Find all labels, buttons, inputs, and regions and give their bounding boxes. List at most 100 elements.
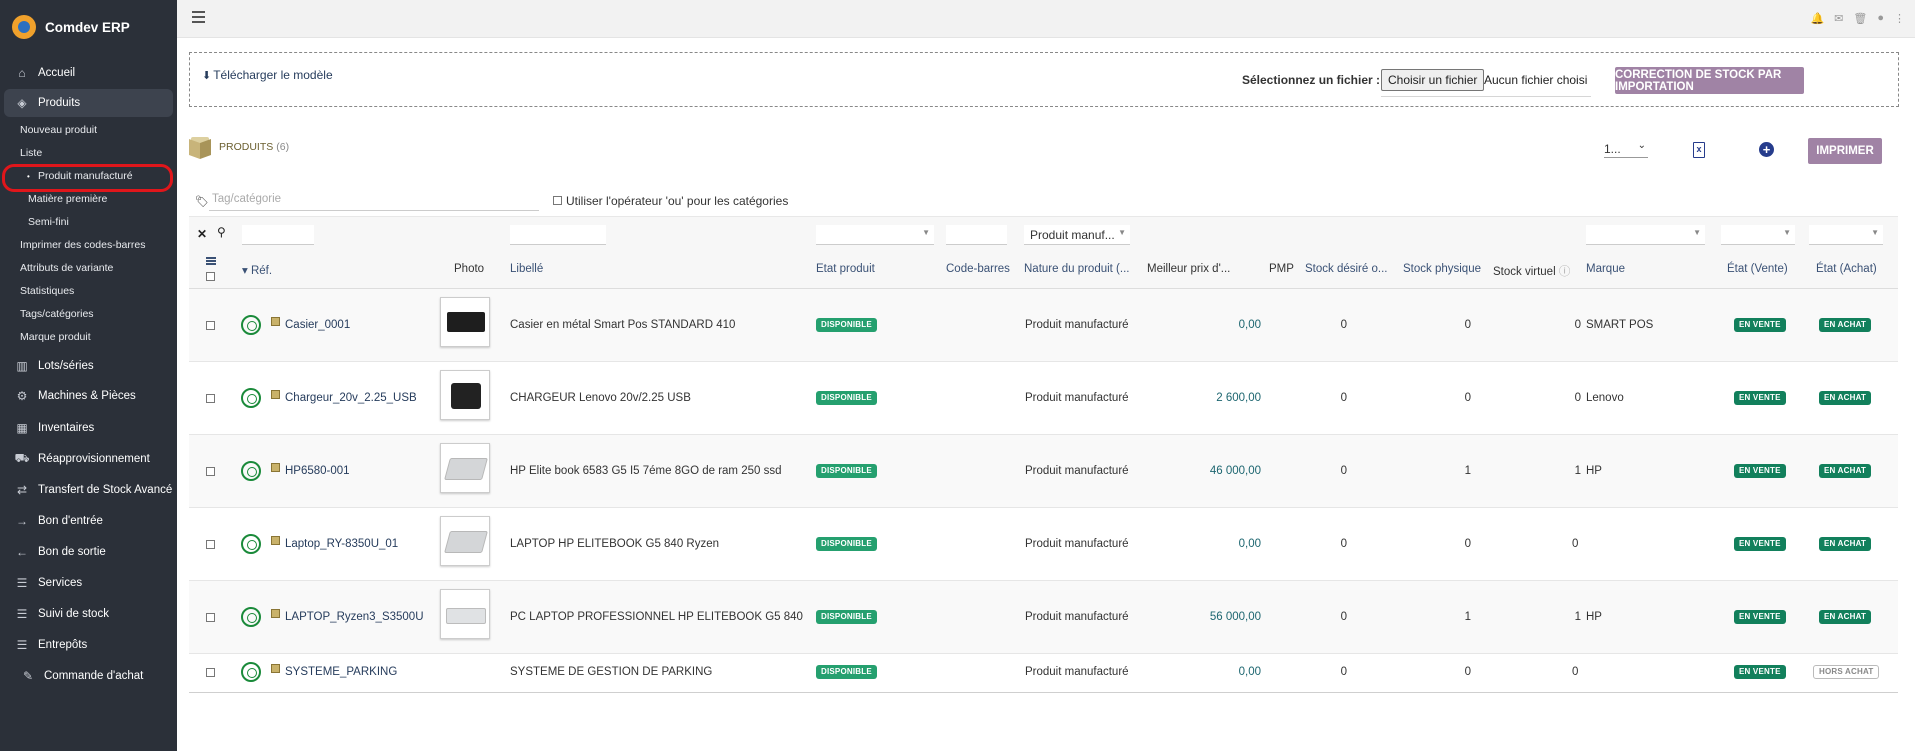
product-photo[interactable] xyxy=(440,589,490,639)
sidebar-item-lots[interactable]: ▥ Lots/séries xyxy=(0,351,177,380)
row-checkbox[interactable] xyxy=(206,321,215,330)
row-checkbox[interactable] xyxy=(206,394,215,403)
sidebar-item-suivi-stock[interactable]: ☰ Suivi de stock xyxy=(0,598,177,629)
col-code-barres[interactable]: Code-barres xyxy=(946,263,1010,275)
page-select[interactable]: 1... ⌄ xyxy=(1604,140,1648,158)
sidebar-sub-statistiques[interactable]: Statistiques xyxy=(0,280,177,303)
whatsapp-icon[interactable] xyxy=(241,534,261,554)
row-checkbox[interactable] xyxy=(206,467,215,476)
menu-toggle-icon[interactable] xyxy=(192,11,205,26)
stock-physique: 1 xyxy=(1464,611,1471,623)
product-ref-link[interactable]: SYSTEME_PARKING xyxy=(285,666,397,678)
filter-libelle-input[interactable] xyxy=(510,225,606,245)
print-button[interactable]: IMPRIMER xyxy=(1808,138,1882,164)
whatsapp-icon[interactable] xyxy=(241,662,261,682)
sidebar-sub-semi-fini[interactable]: Semi-fini xyxy=(0,211,177,234)
filter-barcode-input[interactable] xyxy=(946,225,1007,245)
product-ref-link[interactable]: Casier_0001 xyxy=(285,319,350,331)
sidebar-sub-tags[interactable]: Tags/catégories xyxy=(0,303,177,326)
col-nature[interactable]: Nature du produit (... xyxy=(1024,263,1129,275)
product-nature: Produit manufacturé xyxy=(1025,392,1129,404)
filter-vente-select[interactable]: ▼ xyxy=(1721,225,1795,245)
sidebar-item-services[interactable]: ☰ Services xyxy=(0,567,177,598)
add-product-icon[interactable]: + xyxy=(1759,142,1774,157)
sidebar-item-entrepots[interactable]: ☰ Entrepôts xyxy=(0,629,177,660)
col-stock-desire[interactable]: Stock désiré o... xyxy=(1305,263,1387,275)
select-all-checkbox[interactable] xyxy=(206,272,215,281)
sidebar-sub-marque[interactable]: Marque produit xyxy=(0,326,177,349)
product-ref-link[interactable]: Chargeur_20v_2.25_USB xyxy=(285,392,417,404)
user-avatar-icon[interactable]: ● xyxy=(1877,12,1884,25)
info-icon[interactable]: ⓘ xyxy=(1559,266,1571,278)
col-ref[interactable]: ▾ Réf. xyxy=(242,263,272,277)
product-photo[interactable] xyxy=(440,297,490,347)
product-photo[interactable] xyxy=(440,516,490,566)
product-photo[interactable] xyxy=(440,443,490,493)
filter-marque-select[interactable]: ▼ xyxy=(1586,225,1705,245)
sidebar-sub-liste[interactable]: Liste xyxy=(0,142,177,165)
list-title: PRODUITS (6) xyxy=(189,137,289,160)
sidebar-item-accueil[interactable]: ⌂ Accueil xyxy=(0,58,177,87)
chat-icon[interactable]: ✉ xyxy=(1834,12,1843,25)
table-row[interactable]: Chargeur_20v_2.25_USB CHARGEUR Lenovo 20… xyxy=(189,362,1898,435)
chevron-down-icon: ▼ xyxy=(1118,228,1126,237)
choose-file-button[interactable]: Choisir un fichier xyxy=(1381,69,1485,91)
more-icon[interactable]: ⋮ xyxy=(1894,12,1905,25)
trash-icon[interactable]: 🗑 xyxy=(1853,12,1867,25)
sidebar-item-label: Accueil xyxy=(38,66,76,79)
top-icons: 🔔 ✉ 🗑 ● ⋮ xyxy=(1810,12,1905,25)
product-pmp: 2 600,00 xyxy=(1216,392,1261,404)
sidebar-sub-codes-barres[interactable]: Imprimer des codes-barres xyxy=(0,234,177,257)
sidebar-item-bon-entree[interactable]: → Bon d'entrée xyxy=(0,505,177,536)
sidebar-item-machines[interactable]: ⚙ Machines & Pièces xyxy=(0,380,177,412)
notifications-icon[interactable]: 🔔 xyxy=(1810,12,1824,25)
sidebar-sub-nouveau-produit[interactable]: Nouveau produit xyxy=(0,119,177,142)
row-checkbox[interactable] xyxy=(206,668,215,677)
table-row[interactable]: SYSTEME_PARKING SYSTEME DE GESTION DE PA… xyxy=(189,654,1898,692)
filter-etat-select[interactable]: ▼ xyxy=(816,225,934,245)
search-icon[interactable]: ⚲ xyxy=(217,225,226,239)
sidebar-item-reappro[interactable]: ⛟ Réapprovisionnement xyxy=(0,443,177,474)
product-libelle: LAPTOP HP ELITEBOOK G5 840 Ryzen xyxy=(510,538,720,550)
table-row[interactable]: Casier_0001 Casier en métal Smart Pos ST… xyxy=(189,289,1898,362)
whatsapp-icon[interactable] xyxy=(241,388,261,408)
sidebar-item-commande-achat[interactable]: ✎ Commande d'achat xyxy=(0,660,177,691)
row-checkbox[interactable] xyxy=(206,613,215,622)
sidebar-item-produits[interactable]: ◈ Produits xyxy=(4,89,173,117)
whatsapp-icon[interactable] xyxy=(241,461,261,481)
col-etat-vente[interactable]: État (Vente) xyxy=(1727,263,1788,275)
table-row[interactable]: LAPTOP_Ryzen3_S3500U PC LAPTOP PROFESSIO… xyxy=(189,581,1898,654)
sidebar-item-bon-sortie[interactable]: ← Bon de sortie xyxy=(0,536,177,567)
product-ref-link[interactable]: LAPTOP_Ryzen3_S3500U xyxy=(285,611,424,623)
download-template-link[interactable]: ⬇ Télécharger le modèle xyxy=(202,68,333,82)
product-ref-link[interactable]: Laptop_RY-8350U_01 xyxy=(285,538,398,550)
row-checkbox[interactable] xyxy=(206,540,215,549)
product-photo[interactable] xyxy=(440,370,490,420)
col-etat-achat[interactable]: État (Achat) xyxy=(1816,263,1877,275)
product-pmp: 0,00 xyxy=(1238,319,1261,331)
whatsapp-icon[interactable] xyxy=(241,315,261,335)
product-ref-link[interactable]: HP6580-001 xyxy=(285,465,350,477)
excel-export-icon[interactable]: x xyxy=(1693,142,1705,158)
col-libelle[interactable]: Libellé xyxy=(510,263,543,275)
filter-ref-input[interactable] xyxy=(242,225,314,245)
brand[interactable]: Comdev ERP xyxy=(0,0,177,54)
sidebar-item-transfert[interactable]: ⇄ Transfert de Stock Avancé xyxy=(0,474,177,505)
sidebar-item-label: Entrepôts xyxy=(38,638,88,651)
column-list-icon[interactable] xyxy=(206,257,216,265)
sidebar-sub-attributs[interactable]: Attributs de variante xyxy=(0,257,177,280)
col-stock-physique[interactable]: Stock physique xyxy=(1403,263,1481,275)
filter-nature-select[interactable]: Produit manuf... ▼ xyxy=(1024,225,1130,245)
col-marque[interactable]: Marque xyxy=(1586,263,1625,275)
clear-filters-icon[interactable]: ✕ xyxy=(197,227,207,241)
stock-correction-import-button[interactable]: CORRECTION DE STOCK PAR IMPORTATION xyxy=(1615,67,1804,94)
status-badge: DISPONIBLE xyxy=(816,665,877,679)
table-row[interactable]: Laptop_RY-8350U_01 LAPTOP HP ELITEBOOK G… xyxy=(189,508,1898,581)
or-operator-checkbox[interactable] xyxy=(553,196,562,205)
col-etat-produit[interactable]: Etat produit xyxy=(816,263,875,275)
whatsapp-icon[interactable] xyxy=(241,607,261,627)
filter-achat-select[interactable]: ▼ xyxy=(1809,225,1883,245)
sidebar-item-inventaires[interactable]: ▦ Inventaires xyxy=(0,412,177,443)
table-row[interactable]: HP6580-001 HP Elite book 6583 G5 I5 7éme… xyxy=(189,435,1898,508)
tag-category-input[interactable]: Tag/catégorie xyxy=(209,189,539,211)
